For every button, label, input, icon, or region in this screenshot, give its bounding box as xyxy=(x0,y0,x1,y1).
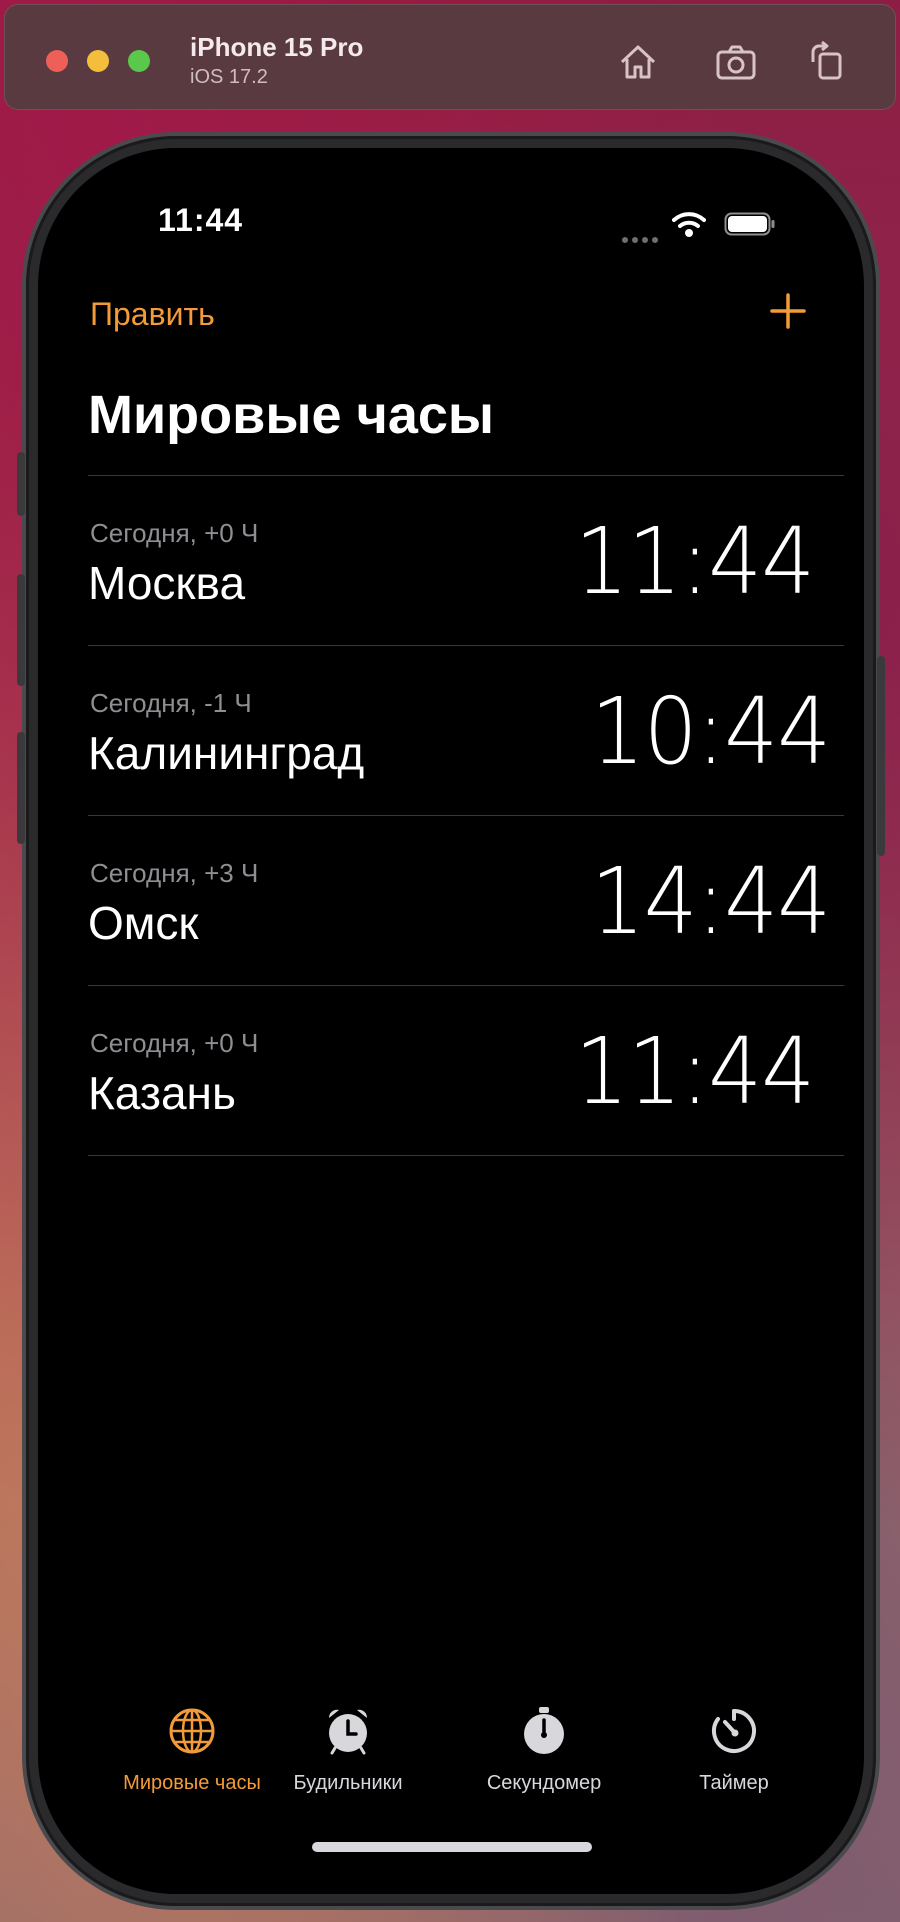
screenshot-icon xyxy=(716,45,756,80)
edit-button[interactable]: Править xyxy=(90,296,215,333)
screenshot-button[interactable] xyxy=(712,38,760,86)
clock-time: 11:44 xyxy=(574,508,815,615)
plus-icon xyxy=(770,293,806,329)
clock-time: 10:44 xyxy=(590,678,831,785)
tab-label: Секундомер xyxy=(486,1772,602,1794)
cellular-signal-icon xyxy=(622,230,662,243)
close-window-button[interactable] xyxy=(46,50,68,72)
tab-label: Будильники xyxy=(293,1772,403,1794)
clock-city: Омск xyxy=(88,897,199,949)
os-version: iOS 17.2 xyxy=(190,66,268,88)
tab-timer[interactable]: Таймер xyxy=(634,1706,834,1795)
page-title: Мировые часы xyxy=(88,385,495,445)
tab-label: Таймер xyxy=(699,1772,769,1794)
globe-icon xyxy=(169,1708,215,1754)
clock-offset: Сегодня, +3 Ч xyxy=(90,858,259,888)
home-button[interactable] xyxy=(614,38,662,86)
clock-offset: Сегодня, +0 Ч xyxy=(90,1028,259,1058)
clock-time: 14:44 xyxy=(590,848,831,955)
zoom-window-button[interactable] xyxy=(128,50,150,72)
phone-screen: 11:44 Править Мировые часы Сегодня, +0 Ч… xyxy=(38,148,864,1894)
power-button[interactable] xyxy=(877,656,885,856)
timer-icon xyxy=(712,1709,756,1753)
rotate-icon xyxy=(811,40,842,80)
clock-offset: Сегодня, +0 Ч xyxy=(90,518,259,548)
rotate-button[interactable] xyxy=(804,38,852,86)
tab-bar: Мировые часы Будильники Секундомер Тайме… xyxy=(38,1706,864,1806)
clock-row[interactable]: Сегодня, +3 Ч Омск 14:44 xyxy=(88,816,844,985)
stopwatch-icon xyxy=(524,1707,564,1754)
add-city-button[interactable] xyxy=(768,291,808,331)
alarm-icon xyxy=(328,1709,368,1755)
minimize-window-button[interactable] xyxy=(87,50,109,72)
clock-time: 11:44 xyxy=(574,1018,815,1125)
tab-stopwatch[interactable]: Секундомер xyxy=(444,1706,644,1795)
battery-icon xyxy=(724,212,775,236)
action-button[interactable] xyxy=(17,452,25,516)
world-clock-list: Сегодня, +0 Ч Москва 11:44 Сегодня, -1 Ч… xyxy=(88,475,844,1156)
clock-city: Казань xyxy=(88,1067,236,1119)
volume-up-button[interactable] xyxy=(17,574,25,686)
clock-row[interactable]: Сегодня, +0 Ч Москва 11:44 xyxy=(88,476,844,645)
home-indicator[interactable] xyxy=(312,1842,592,1852)
home-icon xyxy=(620,45,656,79)
simulator-toolbar: iPhone 15 Pro iOS 17.2 xyxy=(4,4,896,110)
status-time: 11:44 xyxy=(158,202,244,238)
clock-row[interactable]: Сегодня, +0 Ч Казань 11:44 xyxy=(88,986,844,1155)
clock-row[interactable]: Сегодня, -1 Ч Калининград 10:44 xyxy=(88,646,844,815)
device-name: iPhone 15 Pro xyxy=(190,32,364,62)
clock-offset: Сегодня, -1 Ч xyxy=(90,688,252,718)
clock-city: Калининград xyxy=(88,727,365,779)
volume-down-button[interactable] xyxy=(17,732,25,844)
tab-alarms[interactable]: Будильники xyxy=(248,1706,448,1795)
wifi-icon xyxy=(672,212,706,237)
clock-city: Москва xyxy=(88,557,246,609)
divider xyxy=(88,1155,844,1156)
